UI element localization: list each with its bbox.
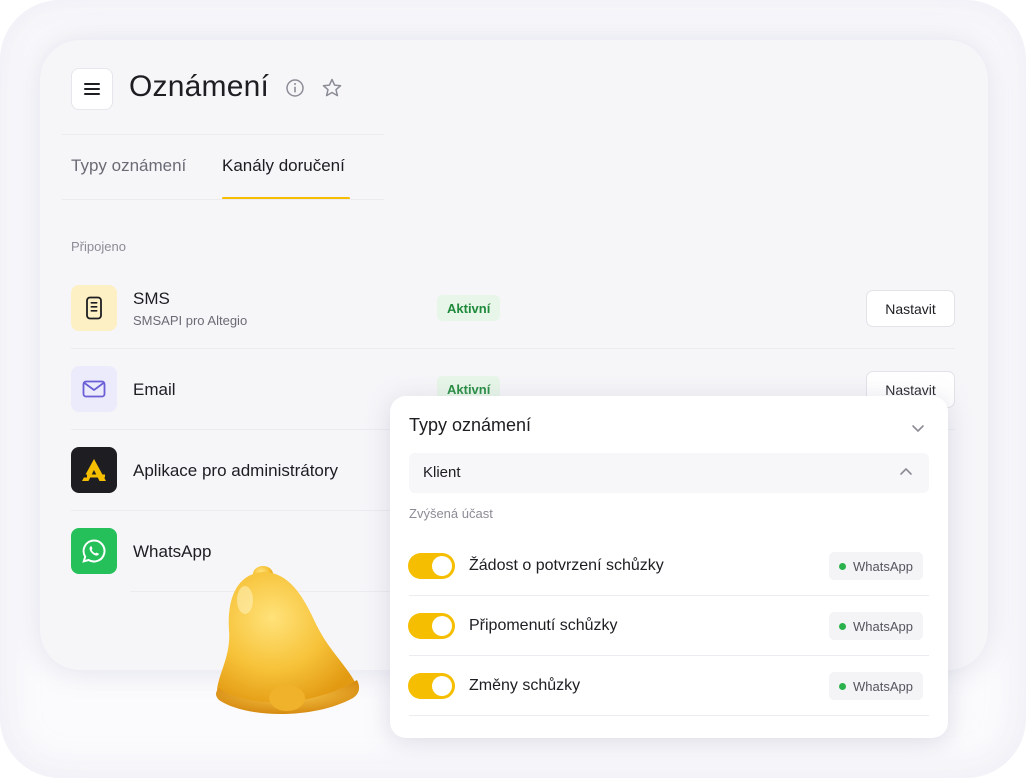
tab-delivery-channels[interactable]: Kanály doručení [222, 156, 345, 176]
channel-title-admin-app: Aplikace pro administrátory [133, 461, 339, 480]
hamburger-menu-icon [84, 83, 100, 95]
menu-button[interactable] [71, 68, 113, 110]
group-label: Zvýšená účast [409, 506, 493, 521]
channel-chip-label: WhatsApp [853, 558, 913, 574]
toggle-appointment-reminder[interactable] [408, 613, 455, 639]
toggle-knob [432, 676, 452, 696]
sms-channel-icon [71, 285, 117, 331]
divider [409, 715, 929, 716]
channel-title-whatsapp: WhatsApp [133, 542, 212, 561]
recipient-select[interactable] [409, 453, 929, 493]
star-icon[interactable] [321, 77, 343, 99]
notification-label: Změny schůzky [469, 677, 581, 694]
recipient-select-value: Klient [423, 464, 461, 481]
section-label-connected: Připojeno [71, 239, 126, 254]
divider [409, 655, 929, 656]
tab-notification-types[interactable]: Typy oznámení [71, 156, 186, 176]
toggle-knob [432, 616, 452, 636]
page-title: Oznámení [129, 70, 269, 103]
chevron-down-icon[interactable] [908, 418, 928, 438]
status-dot [839, 622, 846, 630]
popup-title: Typy oznámení [409, 415, 532, 435]
channel-chip-label: WhatsApp [853, 678, 913, 694]
bell-illustration [216, 566, 360, 714]
notification-label: Žádost o potvrzení schůzky [469, 557, 664, 574]
notification-label: Připomenutí schůzky [469, 617, 618, 634]
email-channel-icon [71, 366, 117, 412]
channel-subtitle-sms: SMSAPI pro Altegio [133, 313, 248, 328]
divider [62, 134, 384, 135]
altegio-logo-icon [82, 459, 106, 481]
toggle-appointment-changes[interactable] [408, 673, 455, 699]
channel-chip-label: WhatsApp [853, 618, 913, 634]
divider [71, 510, 391, 511]
admin-app-channel-icon [71, 447, 117, 493]
channel-chip-whatsapp: WhatsApp [829, 672, 923, 700]
chevron-up-icon[interactable] [896, 462, 916, 482]
divider [71, 348, 955, 349]
channel-title-sms: SMS [133, 289, 170, 308]
divider [409, 595, 929, 596]
channel-chip-whatsapp: WhatsApp [829, 552, 923, 580]
status-badge-sms: Aktivní [437, 295, 501, 321]
channel-title-email: Email [133, 380, 176, 399]
divider [62, 199, 384, 200]
channel-chip-whatsapp: WhatsApp [829, 612, 923, 640]
toggle-confirmation-request[interactable] [408, 553, 455, 579]
status-dot [839, 682, 846, 690]
envelope-icon [82, 380, 106, 398]
whatsapp-icon [82, 539, 106, 563]
whatsapp-channel-icon [71, 528, 117, 574]
toggle-knob [432, 556, 452, 576]
sms-device-icon [86, 296, 102, 320]
setup-button-sms[interactable]: Nastavit [866, 290, 955, 327]
info-icon[interactable] [285, 78, 305, 98]
status-dot [839, 562, 846, 570]
